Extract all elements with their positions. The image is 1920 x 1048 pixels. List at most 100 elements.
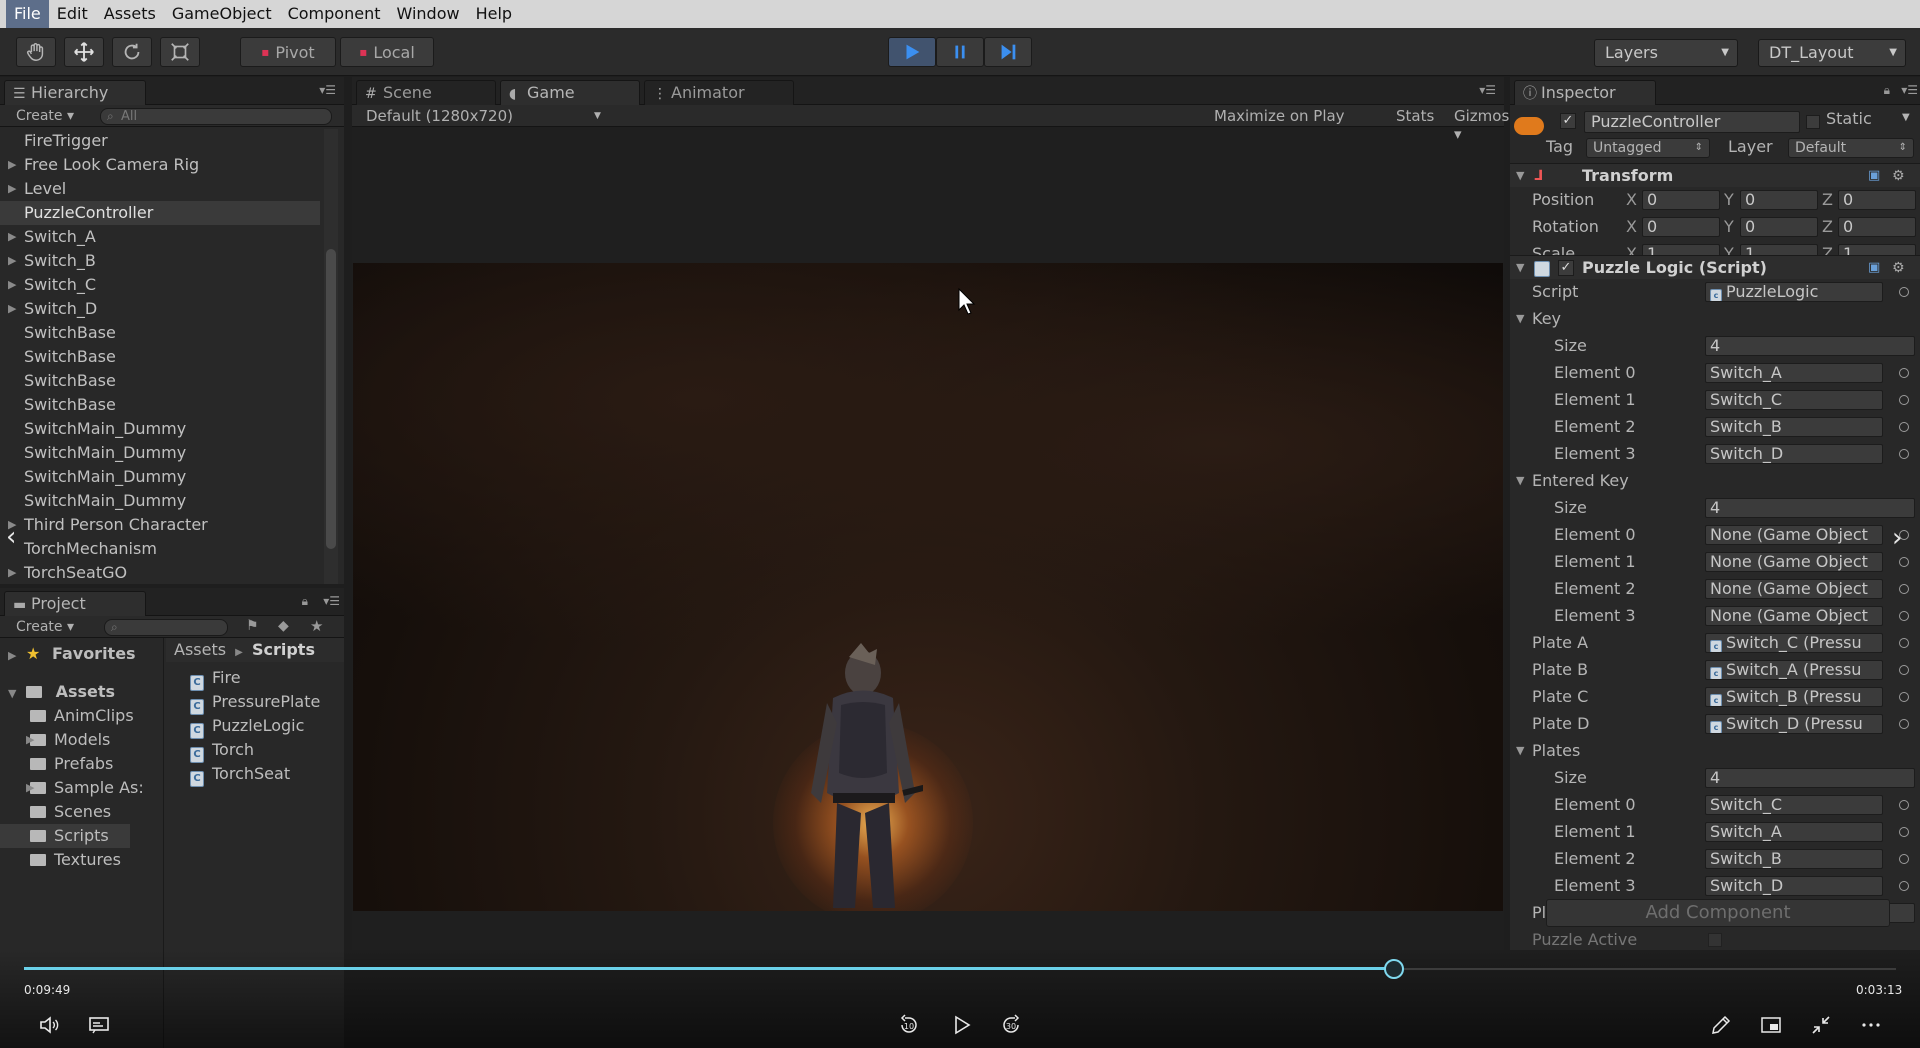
expand-icon[interactable]: ▶ <box>8 225 16 249</box>
key-size-field[interactable]: 4 <box>1705 336 1915 356</box>
folder-item[interactable]: Scenes <box>30 800 111 824</box>
captions-button[interactable] <box>86 1012 112 1038</box>
pause-button[interactable] <box>936 37 984 67</box>
hierarchy-item[interactable]: ▶ Level <box>0 177 320 201</box>
more-options-button[interactable] <box>1858 1012 1884 1038</box>
property-field[interactable]: Switch_C <box>1705 390 1883 410</box>
project-search[interactable]: ⌕ <box>104 619 228 636</box>
object-picker-icon[interactable] <box>1899 800 1909 810</box>
hierarchy-item[interactable]: SwitchMain_Dummy <box>0 417 320 441</box>
axis-y-field[interactable]: 0 <box>1740 190 1818 210</box>
expand-icon[interactable]: ▶ <box>8 297 16 321</box>
hierarchy-item[interactable]: ▶ Switch_D <box>0 297 320 321</box>
hierarchy-item[interactable]: ▶ Switch_B <box>0 249 320 273</box>
filter-label-icon[interactable]: ◆ <box>278 618 289 634</box>
axis-x-field[interactable]: 0 <box>1642 190 1720 210</box>
transform-header[interactable]: ▼ ⅃ Transform ▣ ⚙ <box>1510 163 1920 187</box>
hierarchy-item[interactable]: ▶ Switch_C <box>0 273 320 297</box>
layout-dropdown[interactable]: DT_Layout ▼ <box>1758 39 1906 67</box>
property-field[interactable]: c Switch_B (Pressu <box>1705 687 1883 707</box>
scroll-thumb[interactable] <box>326 249 336 549</box>
menu-file[interactable]: File <box>6 0 49 28</box>
game-viewport[interactable] <box>353 263 1503 911</box>
property-field[interactable]: Switch_D <box>1705 444 1883 464</box>
object-picker-icon[interactable] <box>1899 422 1909 432</box>
hierarchy-item[interactable]: SwitchBase <box>0 345 320 369</box>
favorites-node[interactable]: ▶ ★ Favorites <box>8 642 136 666</box>
resolution-dropdown[interactable]: Default (1280x720) ▼ <box>366 107 601 125</box>
expand-icon[interactable]: ▶ <box>26 728 34 752</box>
expand-icon[interactable]: ▶ <box>26 776 34 800</box>
hierarchy-item[interactable]: SwitchBase <box>0 321 320 345</box>
property-field[interactable]: None (Game Object <box>1705 606 1883 626</box>
gear-icon[interactable]: ⚙ <box>1892 256 1905 280</box>
collapse-icon[interactable]: ▼ <box>1516 740 1524 762</box>
hierarchy-search[interactable]: ⌕ All <box>100 108 332 125</box>
menu-component[interactable]: Component <box>280 0 389 28</box>
expand-icon[interactable]: ▶ <box>8 153 16 177</box>
move-tool-button[interactable] <box>64 37 104 67</box>
property-field[interactable]: Switch_A <box>1705 363 1883 383</box>
filter-type-icon[interactable]: ⚑ <box>246 618 259 634</box>
object-picker-icon[interactable] <box>1899 881 1909 891</box>
object-picker-icon[interactable] <box>1899 557 1909 567</box>
step-button[interactable] <box>984 37 1032 67</box>
property-field[interactable]: c Switch_D (Pressu <box>1705 714 1883 734</box>
script-component-header[interactable]: ▼ ✓ Puzzle Logic (Script) ▣ ⚙ <box>1510 255 1920 279</box>
pivot-toggle[interactable]: ▪ Pivot <box>240 37 336 67</box>
menu-edit[interactable]: Edit <box>49 0 96 28</box>
scale-tool-button[interactable] <box>160 37 200 67</box>
panel-menu-icon[interactable]: ▾☰ <box>1901 83 1918 97</box>
axis-y-field[interactable]: 0 <box>1740 217 1818 237</box>
object-picker-icon[interactable] <box>1899 719 1909 729</box>
create-dropdown[interactable]: Create ▾ <box>16 618 74 636</box>
script-file[interactable]: C TorchSeat <box>190 762 290 787</box>
script-file[interactable]: C Fire <box>190 666 241 691</box>
script-field[interactable]: c PuzzleLogic <box>1705 282 1883 302</box>
play-button[interactable] <box>888 37 936 67</box>
panel-menu-icon[interactable]: ▾☰ <box>1479 83 1496 97</box>
tab-project[interactable]: ▬ Project <box>4 591 146 616</box>
tab-hierarchy[interactable]: ☰ Hierarchy <box>4 80 146 105</box>
folder-item[interactable]: AnimClips <box>30 704 134 728</box>
object-picker-icon[interactable] <box>1899 611 1909 621</box>
hierarchy-item[interactable]: SwitchBase <box>0 369 320 393</box>
hand-tool-button[interactable] <box>16 37 56 67</box>
expand-icon[interactable]: ▶ <box>8 177 16 201</box>
property-field[interactable]: None (Game Object <box>1705 552 1883 572</box>
active-checkbox[interactable]: ✓ <box>1560 113 1576 129</box>
stats-toggle[interactable]: Stats <box>1396 107 1434 125</box>
puzzle-active-checkbox[interactable] <box>1708 933 1722 947</box>
menu-help[interactable]: Help <box>468 0 520 28</box>
property-field[interactable]: Switch_B <box>1705 417 1883 437</box>
tab-animator[interactable]: ⋮ Animator <box>644 80 794 105</box>
star-filter-icon[interactable]: ★ <box>310 617 323 635</box>
object-picker-icon[interactable] <box>1899 449 1909 459</box>
gear-icon[interactable]: ⚙ <box>1892 164 1905 188</box>
hierarchy-item[interactable]: ▶ TorchSeatGO <box>0 561 320 585</box>
help-icon[interactable]: ▣ <box>1868 256 1880 280</box>
hierarchy-item[interactable]: ▶ Switch_A <box>0 225 320 249</box>
volume-button[interactable] <box>36 1012 62 1038</box>
enabled-checkbox[interactable]: ✓ <box>1558 260 1574 276</box>
property-field[interactable]: Switch_B <box>1705 849 1883 869</box>
folder-item[interactable]: Textures <box>30 848 121 872</box>
tab-scene[interactable]: # Scene <box>356 80 496 105</box>
object-picker-icon[interactable] <box>1899 395 1909 405</box>
expand-icon[interactable]: ▶ <box>8 249 16 273</box>
play-pause-button[interactable] <box>948 1012 974 1038</box>
object-picker-icon[interactable] <box>1899 827 1909 837</box>
add-component-button[interactable]: Add Component <box>1546 899 1890 927</box>
folder-item[interactable]: ▶ Models <box>26 728 110 752</box>
hierarchy-item[interactable]: SwitchMain_Dummy <box>0 441 320 465</box>
folder-item[interactable]: Prefabs <box>30 752 113 776</box>
object-picker-icon[interactable] <box>1899 692 1909 702</box>
miniplayer-button[interactable] <box>1758 1012 1784 1038</box>
exit-fullscreen-button[interactable] <box>1808 1012 1834 1038</box>
skip-forward-button[interactable]: 30 <box>998 1012 1024 1038</box>
layer-dropdown[interactable]: Default ⇕ <box>1788 138 1914 158</box>
menu-gameobject[interactable]: GameObject <box>164 0 280 28</box>
object-picker-icon[interactable] <box>1899 854 1909 864</box>
static-checkbox[interactable] <box>1806 115 1820 129</box>
skip-back-button[interactable]: 10 <box>896 1012 922 1038</box>
